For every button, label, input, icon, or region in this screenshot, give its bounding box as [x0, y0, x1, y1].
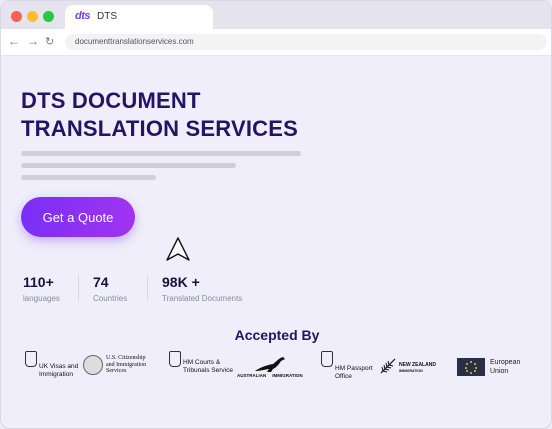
stat-languages: 110+ languages: [23, 274, 60, 303]
logo-text-line: Union: [490, 368, 509, 375]
reload-icon[interactable]: ↻: [45, 35, 54, 48]
stat-label: Countries: [93, 294, 128, 303]
get-a-quote-button[interactable]: Get a Quote: [21, 197, 135, 237]
royal-crest-icon: [169, 351, 181, 367]
tab-title: DTS: [97, 11, 117, 22]
title-bar: dts DTS: [1, 1, 551, 29]
logo-text-line: Immigration: [39, 371, 73, 378]
eu-flag-icon: [457, 358, 485, 376]
logo-text-line: HM Courts &: [183, 359, 221, 366]
stat-value: 110+: [23, 274, 54, 290]
cursor-arrow-icon: [166, 237, 190, 261]
logo-text-line: Office: [335, 373, 352, 380]
fern-icon: [380, 358, 396, 374]
close-window-button[interactable]: [11, 11, 22, 22]
logo-uscis: U.S. Citizenship and Immigration Service…: [83, 355, 146, 375]
dts-logo-icon: dts: [75, 10, 91, 22]
logo-uk-visas: UK Visas and Immigration: [25, 351, 78, 379]
minimize-window-button[interactable]: [27, 11, 38, 22]
stat-label: Translated Documents: [162, 294, 243, 303]
back-arrow-icon[interactable]: ←: [8, 34, 20, 48]
divider: [78, 275, 79, 301]
logo-european-union: European Union: [457, 358, 520, 376]
logo-text-line: HM Passport: [335, 365, 373, 372]
logo-hm-passport-office: HM Passport Office: [321, 351, 373, 381]
logo-text-line: UK Visas and: [39, 363, 79, 370]
title-line-1: DTS DOCUMENT: [21, 88, 201, 113]
page-title: DTS DOCUMENT TRANSLATION SERVICES: [21, 87, 298, 143]
title-line-2: TRANSLATION SERVICES: [21, 116, 298, 141]
logo-text-line: Services: [106, 368, 127, 374]
logo-nz-immigration: NEW ZEALAND IMMIGRATION: [379, 357, 436, 375]
logo-australian-immigration: AUSTRALIAN IMMIGRATION: [237, 355, 303, 378]
url-field[interactable]: documenttranslationservices.com: [65, 34, 547, 50]
stat-label: languages: [23, 294, 60, 303]
browser-window: dts DTS ← → ↻ documenttranslationservice…: [0, 0, 552, 429]
logo-text-line: AUSTRALIAN: [237, 373, 267, 378]
stat-value: 74: [93, 274, 109, 290]
logo-text-line: IMMIGRATION: [272, 373, 303, 378]
us-seal-icon: [83, 355, 103, 375]
address-bar: ← → ↻ documenttranslationservices.com: [1, 29, 551, 56]
accepted-by-heading: Accepted By: [234, 327, 320, 343]
logo-text-line: Tribunals Service: [183, 367, 233, 374]
royal-crest-icon: [321, 351, 333, 367]
stat-translated-documents: 98K + Translated Documents: [162, 274, 242, 303]
forward-arrow-icon[interactable]: →: [27, 34, 39, 48]
logo-text-line: European: [490, 359, 521, 366]
logo-text-line: U.S. Citizenship: [106, 355, 146, 361]
kangaroo-icon: [254, 357, 285, 372]
maximize-window-button[interactable]: [43, 11, 54, 22]
logo-text-line: IMMIGRATION: [399, 369, 423, 373]
browser-tab[interactable]: dts DTS: [65, 5, 213, 29]
text-placeholder-line: [21, 151, 301, 156]
logo-hm-courts: HM Courts & Tribunals Service: [169, 351, 233, 375]
divider: [147, 275, 148, 301]
stat-value: 98K +: [162, 274, 200, 290]
text-placeholder-line: [21, 175, 156, 180]
royal-crest-icon: [25, 351, 37, 367]
text-placeholder-line: [21, 163, 236, 168]
stat-countries: 74 Countries: [93, 274, 127, 303]
